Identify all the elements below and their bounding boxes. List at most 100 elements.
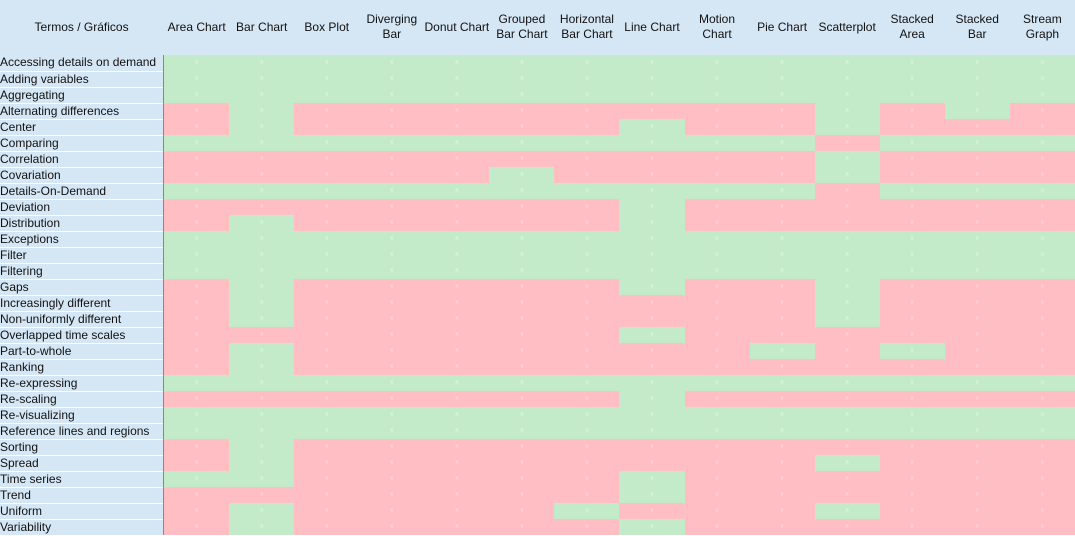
cell-not-applicable[interactable]: x [619, 343, 685, 359]
cell-not-applicable[interactable]: x [164, 439, 230, 455]
cell-applicable[interactable]: x [489, 407, 555, 423]
cell-not-applicable[interactable]: x [359, 295, 425, 311]
cell-not-applicable[interactable]: x [944, 455, 1010, 471]
cell-not-applicable[interactable]: x [229, 199, 295, 215]
cell-not-applicable[interactable]: x [944, 471, 1010, 487]
cell-not-applicable[interactable]: x [554, 215, 620, 231]
cell-not-applicable[interactable]: x [294, 359, 360, 375]
cell-not-applicable[interactable]: x [814, 487, 880, 503]
cell-applicable[interactable]: x [944, 231, 1010, 247]
cell-not-applicable[interactable]: x [619, 311, 685, 327]
cell-applicable[interactable]: x [164, 375, 230, 391]
cell-not-applicable[interactable]: x [294, 391, 360, 407]
cell-applicable[interactable]: x [814, 54, 880, 71]
cell-not-applicable[interactable]: x [294, 455, 360, 471]
cell-not-applicable[interactable]: x [294, 199, 360, 215]
cell-not-applicable[interactable]: x [1009, 167, 1075, 183]
cell-applicable[interactable]: x [944, 263, 1010, 279]
cell-not-applicable[interactable]: x [489, 151, 555, 167]
cell-not-applicable[interactable]: x [1009, 503, 1075, 519]
cell-applicable[interactable]: x [554, 135, 620, 151]
cell-applicable[interactable]: x [619, 54, 685, 71]
cell-applicable[interactable]: x [814, 87, 880, 103]
cell-not-applicable[interactable]: x [1009, 471, 1075, 487]
cell-not-applicable[interactable]: x [944, 503, 1010, 519]
cell-not-applicable[interactable]: x [879, 487, 945, 503]
cell-not-applicable[interactable]: x [554, 119, 620, 135]
cell-applicable[interactable]: x [879, 247, 945, 263]
cell-applicable[interactable]: x [294, 231, 360, 247]
cell-not-applicable[interactable]: x [164, 215, 230, 231]
cell-not-applicable[interactable]: x [359, 119, 425, 135]
cell-applicable[interactable]: x [229, 455, 295, 471]
cell-applicable[interactable]: x [814, 375, 880, 391]
cell-not-applicable[interactable]: x [489, 359, 555, 375]
cell-applicable[interactable]: x [749, 247, 815, 263]
cell-not-applicable[interactable]: x [944, 215, 1010, 231]
cell-not-applicable[interactable]: x [749, 119, 815, 135]
cell-not-applicable[interactable]: x [684, 343, 750, 359]
cell-applicable[interactable]: x [229, 183, 295, 199]
cell-not-applicable[interactable]: x [684, 311, 750, 327]
cell-applicable[interactable]: x [619, 231, 685, 247]
cell-not-applicable[interactable]: x [879, 471, 945, 487]
cell-not-applicable[interactable]: x [879, 359, 945, 375]
cell-not-applicable[interactable]: x [229, 167, 295, 183]
cell-applicable[interactable]: x [814, 295, 880, 311]
cell-not-applicable[interactable]: x [944, 151, 1010, 167]
cell-not-applicable[interactable]: x [684, 519, 750, 535]
cell-applicable[interactable]: x [879, 231, 945, 247]
cell-applicable[interactable]: x [424, 87, 490, 103]
cell-applicable[interactable]: x [164, 54, 230, 71]
cell-applicable[interactable]: x [619, 183, 685, 199]
cell-not-applicable[interactable]: x [879, 215, 945, 231]
cell-not-applicable[interactable]: x [684, 359, 750, 375]
cell-not-applicable[interactable]: x [554, 279, 620, 295]
cell-not-applicable[interactable]: x [619, 295, 685, 311]
cell-not-applicable[interactable]: x [359, 487, 425, 503]
cell-applicable[interactable]: x [814, 407, 880, 423]
cell-not-applicable[interactable]: x [554, 439, 620, 455]
cell-not-applicable[interactable]: x [554, 103, 620, 119]
cell-not-applicable[interactable]: x [489, 343, 555, 359]
cell-applicable[interactable]: x [944, 247, 1010, 263]
cell-applicable[interactable]: x [424, 423, 490, 439]
cell-not-applicable[interactable]: x [359, 311, 425, 327]
cell-applicable[interactable]: x [489, 247, 555, 263]
cell-not-applicable[interactable]: x [749, 103, 815, 119]
cell-not-applicable[interactable]: x [749, 279, 815, 295]
cell-not-applicable[interactable]: x [684, 103, 750, 119]
cell-applicable[interactable]: x [814, 231, 880, 247]
cell-not-applicable[interactable]: x [684, 215, 750, 231]
cell-applicable[interactable]: x [619, 247, 685, 263]
cell-applicable[interactable]: x [229, 135, 295, 151]
cell-applicable[interactable]: x [424, 247, 490, 263]
cell-applicable[interactable]: x [749, 343, 815, 359]
cell-not-applicable[interactable]: x [1009, 359, 1075, 375]
cell-applicable[interactable]: x [229, 247, 295, 263]
cell-not-applicable[interactable]: x [684, 295, 750, 311]
cell-applicable[interactable]: x [489, 54, 555, 71]
cell-applicable[interactable]: x [814, 71, 880, 87]
cell-not-applicable[interactable]: x [359, 151, 425, 167]
cell-applicable[interactable]: x [944, 423, 1010, 439]
cell-not-applicable[interactable]: x [424, 455, 490, 471]
cell-applicable[interactable]: x [1009, 247, 1075, 263]
cell-not-applicable[interactable]: x [1009, 119, 1075, 135]
cell-applicable[interactable]: x [424, 135, 490, 151]
cell-not-applicable[interactable]: x [164, 391, 230, 407]
cell-not-applicable[interactable]: x [879, 519, 945, 535]
cell-applicable[interactable]: x [489, 263, 555, 279]
cell-not-applicable[interactable]: x [879, 455, 945, 471]
cell-applicable[interactable]: x [164, 263, 230, 279]
cell-applicable[interactable]: x [879, 87, 945, 103]
cell-not-applicable[interactable]: x [229, 487, 295, 503]
cell-not-applicable[interactable]: x [229, 151, 295, 167]
cell-not-applicable[interactable]: x [359, 215, 425, 231]
cell-applicable[interactable]: x [684, 407, 750, 423]
cell-not-applicable[interactable]: x [424, 439, 490, 455]
cell-not-applicable[interactable]: x [944, 359, 1010, 375]
cell-not-applicable[interactable]: x [749, 215, 815, 231]
cell-applicable[interactable]: x [229, 231, 295, 247]
cell-applicable[interactable]: x [944, 87, 1010, 103]
